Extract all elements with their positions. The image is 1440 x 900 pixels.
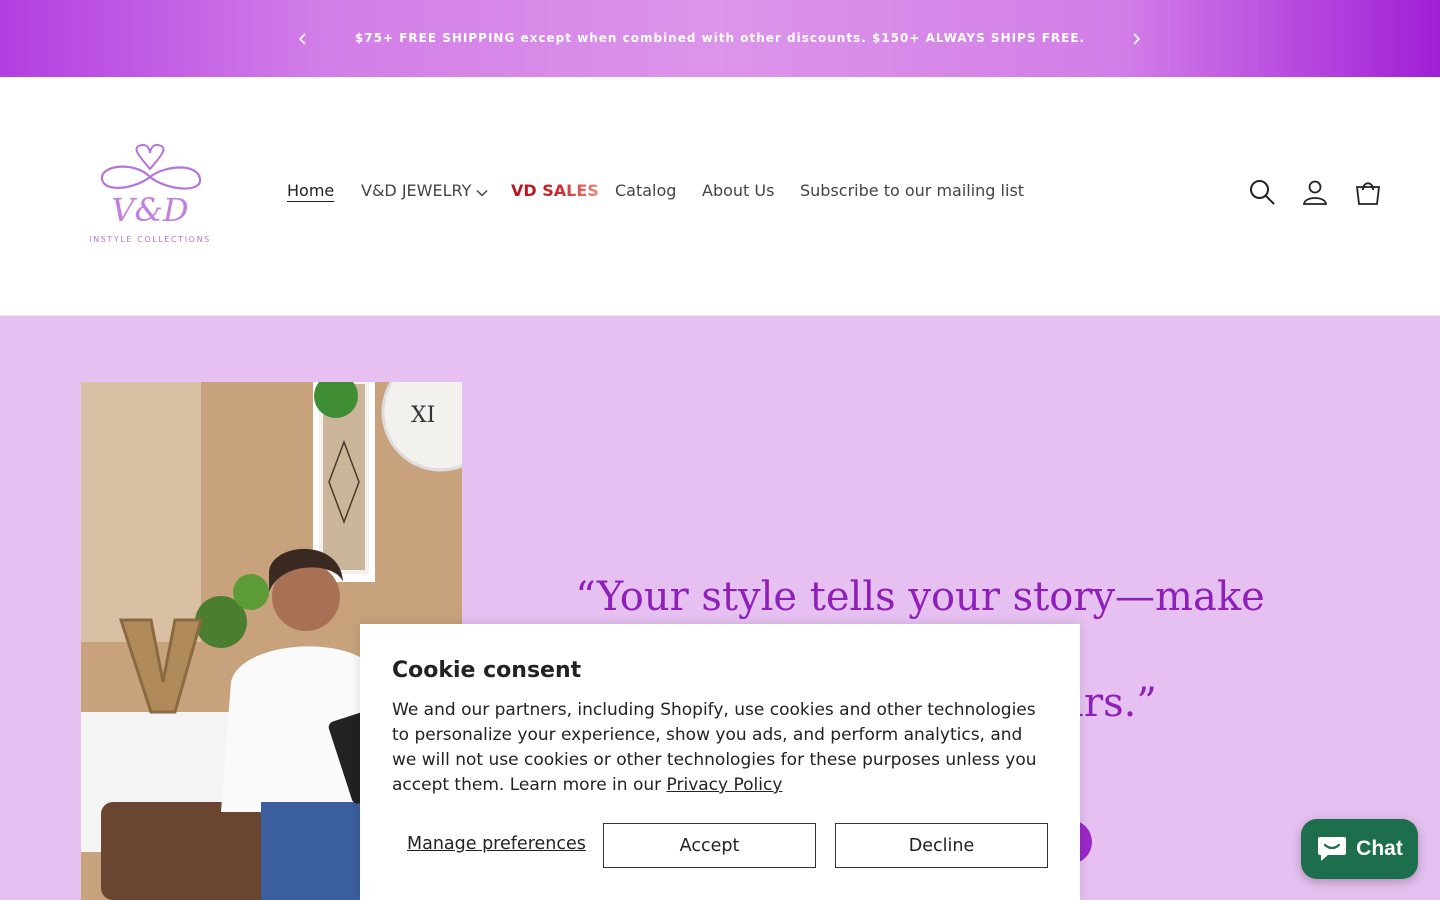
cart-icon[interactable]: [1354, 178, 1382, 206]
manage-preferences-link[interactable]: Manage preferences: [407, 834, 586, 854]
account-icon[interactable]: [1301, 178, 1329, 206]
logo-monogram: V&D: [100, 143, 202, 229]
announcement-bar: $75+ FREE SHIPPING except when combined …: [0, 0, 1440, 77]
nav-subscribe[interactable]: Subscribe to our mailing list: [800, 181, 1024, 200]
site-logo[interactable]: V&D INSTYLE COLLECTIONS: [80, 139, 220, 254]
cookie-body: We and our partners, including Shopify, …: [392, 698, 1052, 798]
chevron-right-icon: [1133, 33, 1141, 45]
chevron-down-icon[interactable]: [476, 189, 488, 197]
nav-home[interactable]: Home: [287, 181, 334, 200]
nav-vd-sales[interactable]: VD SALES: [511, 181, 599, 200]
nav-vd-jewelry[interactable]: V&D JEWELRY: [361, 181, 471, 200]
cookie-consent-dialog: Cookie consent We and our partners, incl…: [360, 624, 1080, 900]
announcement-text: $75+ FREE SHIPPING except when combined …: [354, 31, 1086, 45]
nav-catalog[interactable]: Catalog: [615, 181, 676, 200]
privacy-policy-link[interactable]: Privacy Policy: [667, 775, 783, 795]
search-icon[interactable]: [1248, 178, 1276, 206]
announcement-next-button[interactable]: [1123, 26, 1149, 52]
site-header: V&D INSTYLE COLLECTIONS Home V&D JEWELRY…: [0, 77, 1440, 316]
decline-button[interactable]: Decline: [835, 823, 1048, 868]
chat-button[interactable]: Chat: [1301, 819, 1418, 879]
logo-subtitle: INSTYLE COLLECTIONS: [89, 235, 211, 244]
nav-about-us[interactable]: About Us: [702, 181, 774, 200]
chat-label: Chat: [1356, 837, 1403, 860]
chat-bubble-icon: [1318, 837, 1347, 861]
svg-text:V&D: V&D: [111, 191, 188, 229]
cookie-title: Cookie consent: [392, 658, 582, 683]
svg-text:XI: XI: [411, 403, 435, 428]
accept-button[interactable]: Accept: [603, 823, 816, 868]
